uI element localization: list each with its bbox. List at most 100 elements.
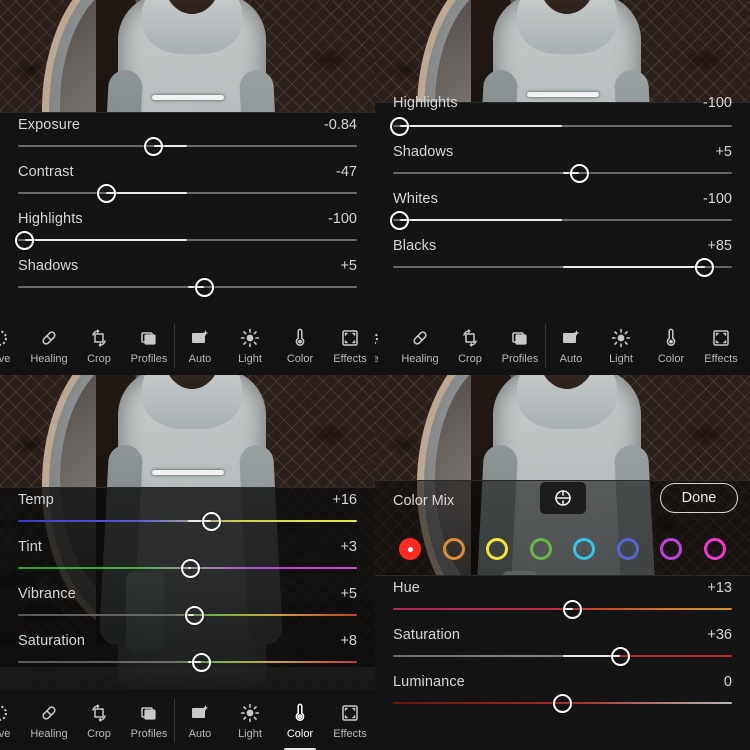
swatch-orange[interactable]	[442, 538, 465, 560]
slider-thumb[interactable]	[695, 257, 715, 277]
sheet-drag-handle[interactable]	[151, 95, 224, 100]
slider-track[interactable]	[18, 558, 357, 578]
slider-highlights[interactable]: Highlights -100	[0, 207, 375, 254]
swatch-blue[interactable]	[616, 538, 639, 560]
slider-thumb[interactable]	[390, 210, 410, 230]
swatch-magenta[interactable]	[703, 538, 726, 560]
toolbar-item-auto[interactable]: Auto	[175, 317, 225, 375]
swatch-yellow[interactable]	[486, 538, 509, 560]
slider-track[interactable]	[393, 599, 732, 619]
light-icon	[240, 703, 260, 723]
toolbar-item-profiles[interactable]: Profiles	[495, 317, 545, 375]
slider-tint[interactable]: Tint +3	[0, 535, 375, 582]
toolbar-item-profiles[interactable]: Profiles	[124, 692, 174, 750]
color-swatch-row	[375, 525, 750, 573]
slider-shadows[interactable]: Shadows +5	[375, 140, 750, 187]
swatch-green[interactable]	[529, 538, 552, 560]
slider-value: 0	[723, 674, 732, 690]
slider-label: Shadows	[393, 144, 454, 160]
slider-thumb[interactable]	[15, 230, 35, 250]
toolbar-item-light[interactable]: Light	[225, 317, 275, 375]
slider-track[interactable]	[393, 163, 732, 183]
toolbar-item-effects[interactable]: Effects	[696, 317, 746, 375]
profiles-icon	[510, 328, 530, 348]
slider-thumb[interactable]	[201, 511, 221, 531]
slider-highlights[interactable]: Highlights -100	[375, 95, 750, 140]
slider-thumb[interactable]	[96, 183, 116, 203]
done-button[interactable]: Done	[660, 483, 738, 513]
slider-track[interactable]	[390, 116, 732, 136]
toolbar-item-profiles[interactable]: Profiles	[124, 317, 174, 375]
slider-contrast[interactable]: Contrast -47	[0, 160, 375, 207]
slider-track[interactable]	[18, 652, 357, 672]
slider-track[interactable]	[18, 511, 357, 531]
slider-saturation[interactable]: Saturation +36	[375, 623, 750, 670]
slider-thumb[interactable]	[191, 652, 211, 672]
toolbar-item-effects[interactable]: Effects	[325, 692, 375, 750]
sheet-drag-handle[interactable]	[526, 92, 599, 97]
toolbar-group: Auto Light Color Effects	[175, 317, 375, 375]
slider-thumb[interactable]	[553, 693, 572, 713]
toolbar-item-auto[interactable]: Auto	[175, 692, 225, 750]
slider-track[interactable]	[393, 646, 732, 666]
swatch-purple[interactable]	[660, 538, 683, 560]
slider-track[interactable]	[18, 277, 357, 297]
toolbar-item-tive[interactable]: tive	[375, 317, 395, 375]
toolbar-item-ctive[interactable]: ctive	[0, 317, 24, 375]
toolbar-item-healing[interactable]: Healing	[24, 692, 74, 750]
slider-value: +5	[715, 144, 732, 160]
slider-shadows[interactable]: Shadows +5	[0, 254, 375, 301]
slider-blacks[interactable]: Blacks +85	[375, 234, 750, 281]
bottom-toolbar: ctive Healing Crop Profiles Auto Light Color Ef…	[0, 692, 375, 750]
toolbar-item-label: Healing	[30, 352, 68, 365]
slider-track[interactable]	[393, 257, 732, 277]
toolbar-item-label: Light	[238, 352, 262, 365]
toolbar-item-color[interactable]: Color	[275, 317, 325, 375]
slider-thumb[interactable]	[181, 558, 201, 578]
sheet-drag-handle[interactable]	[151, 470, 224, 475]
slider-track[interactable]	[18, 183, 357, 203]
toolbar-item-color[interactable]: Color	[646, 317, 696, 375]
slider-thumb[interactable]	[184, 605, 204, 625]
slider-track[interactable]	[390, 210, 732, 230]
toolbar-item-light[interactable]: Light	[225, 692, 275, 750]
toolbar-item-crop[interactable]: Crop	[74, 692, 124, 750]
target-adjust-icon[interactable]	[539, 482, 586, 514]
slider-label: Exposure	[18, 117, 81, 133]
slider-track[interactable]	[15, 230, 357, 250]
auto-icon	[190, 328, 210, 348]
slider-track[interactable]	[18, 605, 357, 625]
slider-luminance[interactable]: Luminance 0	[375, 670, 750, 717]
healing-icon	[39, 703, 59, 723]
toolbar-item-healing[interactable]: Healing	[24, 317, 74, 375]
toolbar-item-auto[interactable]: Auto	[546, 317, 596, 375]
toolbar-item-ctive[interactable]: ctive	[0, 692, 24, 750]
toolbar-item-light[interactable]: Light	[596, 317, 646, 375]
light-icon	[240, 328, 260, 348]
slider-thumb[interactable]	[194, 277, 214, 297]
slider-whites[interactable]: Whites -100	[375, 187, 750, 234]
toolbar-item-healing[interactable]: Healing	[395, 317, 445, 375]
toolbar-item-effects[interactable]: Effects	[325, 317, 375, 375]
swatch-red[interactable]	[399, 538, 421, 560]
color-icon	[290, 703, 310, 723]
slider-fill	[399, 125, 563, 127]
slider-vibrance[interactable]: Vibrance +5	[0, 582, 375, 629]
slider-exposure[interactable]: Exposure -0.84	[0, 113, 375, 160]
slider-track[interactable]	[18, 136, 357, 156]
slider-thumb[interactable]	[144, 136, 164, 156]
toolbar-item-crop[interactable]: Crop	[74, 317, 124, 375]
slider-thumb[interactable]	[610, 646, 630, 666]
swatch-aqua[interactable]	[573, 538, 596, 560]
toolbar-item-crop[interactable]: Crop	[445, 317, 495, 375]
toolbar-item-color[interactable]: Color	[275, 692, 325, 750]
slider-temp[interactable]: Temp +16	[0, 488, 375, 535]
slider-thumb[interactable]	[569, 163, 589, 183]
slider-hue[interactable]: Hue +13	[375, 576, 750, 623]
toolbar-group: ctive Healing Crop Profiles	[0, 317, 174, 375]
slider-thumb[interactable]	[563, 599, 583, 619]
slider-track[interactable]	[393, 693, 732, 713]
toolbar-item-label: Auto	[188, 727, 212, 740]
slider-thumb[interactable]	[390, 116, 410, 136]
slider-saturation[interactable]: Saturation +8	[0, 629, 375, 676]
